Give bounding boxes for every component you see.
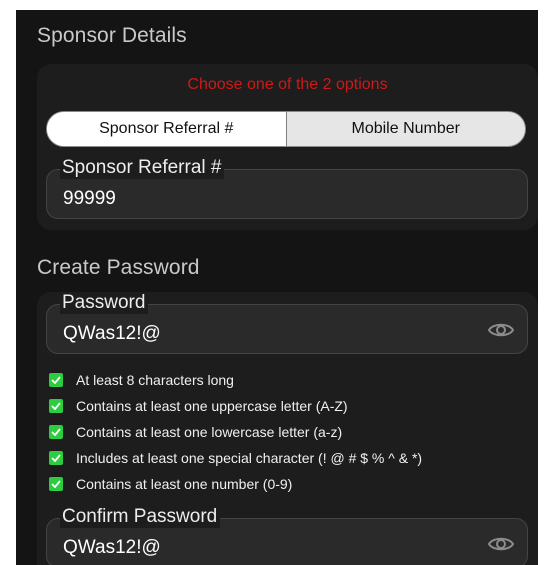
checkbox-checked-icon [49,477,63,491]
password-value: QWas12!@ [63,323,161,344]
password-section-title: Create Password [37,256,200,279]
password-field[interactable]: Password QWas12!@ [46,292,528,354]
rule-item: Includes at least one special character … [49,445,422,471]
password-rules-list: At least 8 characters long Contains at l… [49,367,422,497]
password-label: Password [60,292,149,314]
toggle-sponsor-referral[interactable]: Sponsor Referral # [47,112,286,146]
rule-text: Contains at least one lowercase letter (… [76,424,343,440]
registration-panel: Sponsor Details Choose one of the 2 opti… [16,10,538,565]
rule-item: Contains at least one number (0-9) [49,471,422,497]
rule-text: At least 8 characters long [76,372,234,388]
sponsor-referral-label: Sponsor Referral # [60,157,225,179]
checkbox-checked-icon [49,451,63,465]
sponsor-referral-value: 99999 [63,188,116,209]
rule-item: Contains at least one lowercase letter (… [49,419,422,445]
rule-text: Contains at least one uppercase letter (… [76,398,348,414]
sponsor-option-toggle: Sponsor Referral # Mobile Number [46,111,526,147]
eye-icon[interactable] [487,533,515,555]
checkbox-checked-icon [49,425,63,439]
toggle-mobile-number[interactable]: Mobile Number [285,112,526,146]
password-card: Password QWas12!@ At least 8 characters … [37,292,538,565]
confirm-password-label: Confirm Password [60,506,221,528]
rule-text: Contains at least one number (0-9) [76,476,293,492]
eye-icon[interactable] [487,319,515,341]
rule-item: Contains at least one uppercase letter (… [49,393,422,419]
checkbox-checked-icon [49,373,63,387]
option-notice: Choose one of the 2 options [187,76,388,93]
sponsor-section-title: Sponsor Details [37,24,187,47]
checkbox-checked-icon [49,399,63,413]
sponsor-referral-field[interactable]: Sponsor Referral # 99999 [46,157,528,219]
rule-item: At least 8 characters long [49,367,422,393]
sponsor-card: Choose one of the 2 options Sponsor Refe… [37,64,538,230]
confirm-password-value: QWas12!@ [63,537,161,558]
confirm-password-field[interactable]: Confirm Password QWas12!@ [46,506,528,565]
rule-text: Includes at least one special character … [76,450,423,466]
